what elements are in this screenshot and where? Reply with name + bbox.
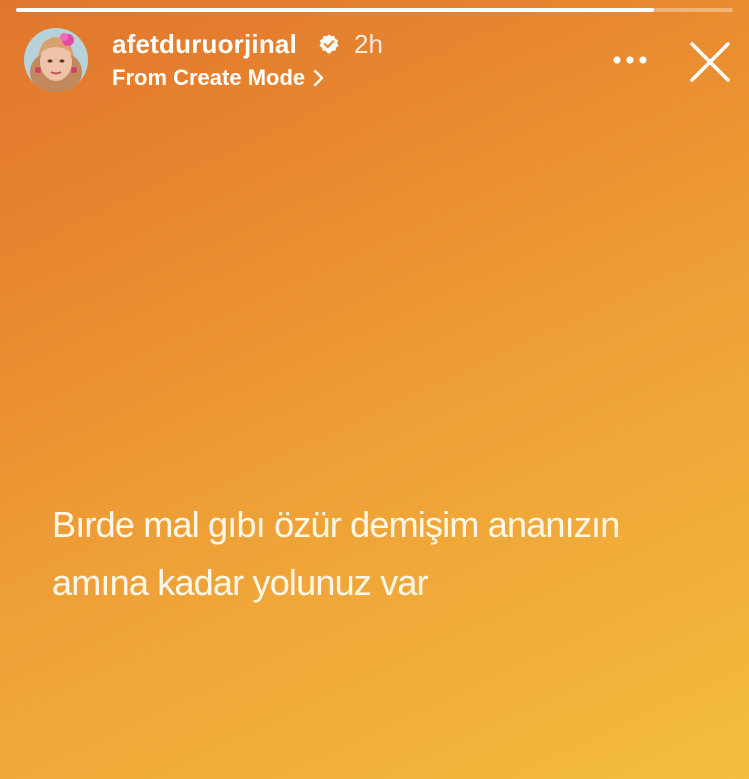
story-text: Bırde mal gıbı özür demişim ananızın amı… [52,496,712,612]
avatar-image [24,28,88,92]
close-icon [690,42,730,82]
more-options-button[interactable] [606,44,654,76]
close-button[interactable] [684,36,736,88]
story-text-line-1: Bırde mal gıbı özür demişim ananızın [52,504,620,545]
story-progress-bar [16,8,733,12]
verified-badge-icon [319,34,339,54]
story-progress-fill [16,8,655,12]
chevron-right-icon [313,69,324,87]
profile-avatar[interactable] [24,28,88,92]
story-viewer[interactable]: afetduruorjinal 2h From Create Mode Bırd… [0,0,749,779]
create-mode-label: From Create Mode [112,65,306,90]
more-options-icon [613,56,647,64]
story-text-line-2: amına kadar yolunuz var [52,562,429,603]
create-mode-link[interactable]: From Create Mode [112,63,325,93]
username[interactable]: afetduruorjinal [112,29,297,60]
post-time: 2h [354,29,383,59]
